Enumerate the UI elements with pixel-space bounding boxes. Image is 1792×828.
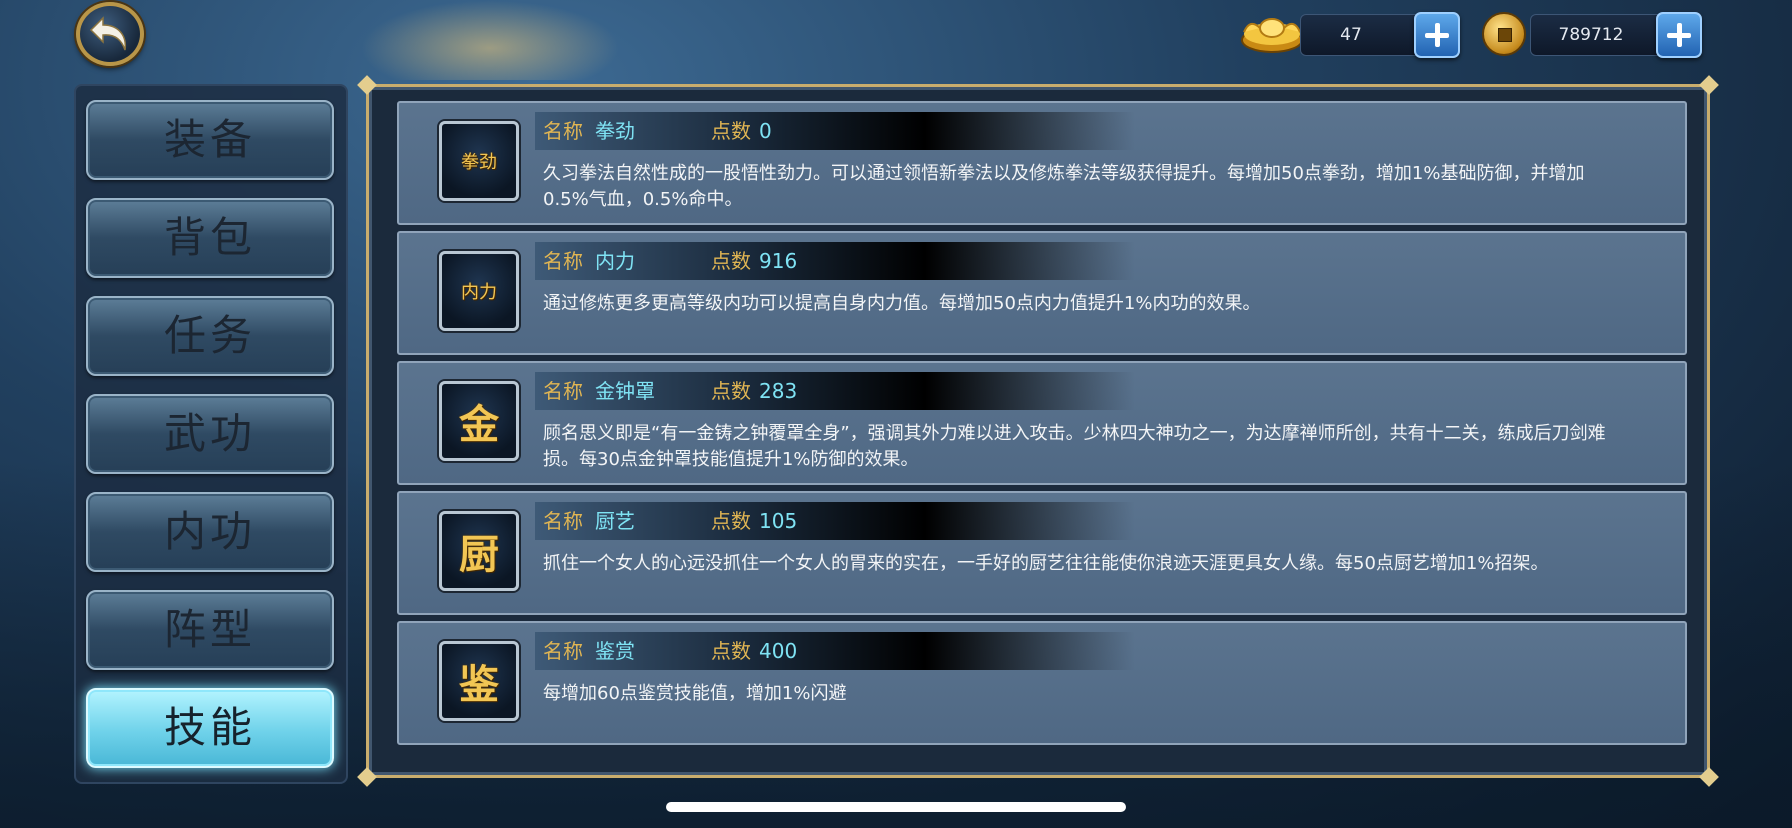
skill-points: 105 xyxy=(759,509,798,533)
skill-row-jinzhongzhao[interactable]: 金 名称 金钟罩 点数 283 顾名思义即是“有一金铸之钟覆罩全身”，强调其外力… xyxy=(397,361,1687,485)
menu-inner-power[interactable]: 内功 xyxy=(86,492,334,572)
skill-description: 通过修炼更多更高等级内功可以提高自身内力值。每增加50点内力值提升1%内功的效果… xyxy=(543,293,1261,314)
skill-name: 鉴赏 xyxy=(595,639,635,663)
skill-description: 久习拳法自然性成的一股悟性劲力。可以通过领悟新拳法以及修炼拳法等级获得提升。每增… xyxy=(543,163,1585,210)
menu-backpack[interactable]: 背包 xyxy=(86,198,334,278)
skill-row-chuyi[interactable]: 厨 名称 厨艺 点数 105 抓住一个女人的心远没抓住一个女人的胃来的实在，一手… xyxy=(397,491,1687,615)
name-label: 名称 xyxy=(543,379,583,403)
skill-name: 内力 xyxy=(595,249,635,273)
points-label: 点数 xyxy=(711,509,751,533)
menu-quests[interactable]: 任务 xyxy=(86,296,334,376)
skill-row-quanjin[interactable]: 拳劲 名称 拳劲 点数 0 久习拳法自然性成的一股悟性劲力。可以通过领悟新拳法以… xyxy=(397,101,1687,225)
back-button[interactable] xyxy=(76,2,144,66)
appraisal-skill-icon: 鉴 xyxy=(439,641,519,721)
skill-name: 金钟罩 xyxy=(595,379,655,403)
home-indicator[interactable] xyxy=(666,802,1126,812)
menu-equipment[interactable]: 装备 xyxy=(86,100,334,180)
points-label: 点数 xyxy=(711,639,751,663)
skill-points: 283 xyxy=(759,379,798,403)
points-label: 点数 xyxy=(711,119,751,143)
skill-name: 拳劲 xyxy=(595,119,635,143)
skills-list: 拳劲 名称 拳劲 点数 0 久习拳法自然性成的一股悟性劲力。可以通过领悟新拳法以… xyxy=(389,101,1687,755)
coin-balance-bar: 789712 xyxy=(1530,14,1668,56)
add-ingot-button[interactable] xyxy=(1414,12,1460,58)
skill-points: 0 xyxy=(759,119,772,143)
name-label: 名称 xyxy=(543,509,583,533)
skill-points: 400 xyxy=(759,639,798,663)
back-arrow-icon xyxy=(89,16,127,51)
skill-description: 顾名思义即是“有一金铸之钟覆罩全身”，强调其外力难以进入攻击。少林四大神功之一，… xyxy=(543,423,1606,470)
menu-martial-arts[interactable]: 武功 xyxy=(86,394,334,474)
skill-name: 厨艺 xyxy=(595,509,635,533)
skill-points: 916 xyxy=(759,249,798,273)
gold-ingot-icon xyxy=(1241,18,1303,53)
golden-bell-skill-icon: 金 xyxy=(439,381,519,461)
inner-force-skill-icon: 内力 xyxy=(439,251,519,331)
ingot-balance: 47 xyxy=(1340,25,1362,45)
points-label: 点数 xyxy=(711,249,751,273)
skill-row-jianshang[interactable]: 鉴 名称 鉴赏 点数 400 每增加60点鉴赏技能值，增加1%闪避 xyxy=(397,621,1687,745)
points-label: 点数 xyxy=(711,379,751,403)
menu-skills[interactable]: 技能 xyxy=(86,688,334,768)
corner-ornament xyxy=(1699,75,1719,95)
name-label: 名称 xyxy=(543,639,583,663)
name-label: 名称 xyxy=(543,249,583,273)
menu-formation[interactable]: 阵型 xyxy=(86,590,334,670)
background-lantern-glow xyxy=(360,0,620,80)
name-label: 名称 xyxy=(543,119,583,143)
coin-balance: 789712 xyxy=(1558,25,1624,45)
fist-power-skill-icon: 拳劲 xyxy=(439,121,519,201)
skills-panel: 拳劲 名称 拳劲 点数 0 久习拳法自然性成的一股悟性劲力。可以通过领悟新拳法以… xyxy=(357,75,1719,787)
cooking-skill-icon: 厨 xyxy=(439,511,519,591)
add-coin-button[interactable] xyxy=(1656,12,1702,58)
skill-row-neili[interactable]: 内力 名称 内力 点数 916 通过修炼更多更高等级内功可以提高自身内力值。每增… xyxy=(397,231,1687,355)
skill-description: 每增加60点鉴赏技能值，增加1%闪避 xyxy=(543,683,847,704)
skill-description: 抓住一个女人的心远没抓住一个女人的胃来的实在，一手好的厨艺往往能使你浪迹天涯更具… xyxy=(543,553,1549,574)
side-menu: 装备 背包 任务 武功 内功 阵型 技能 xyxy=(74,84,348,784)
copper-coin-icon xyxy=(1482,12,1526,56)
